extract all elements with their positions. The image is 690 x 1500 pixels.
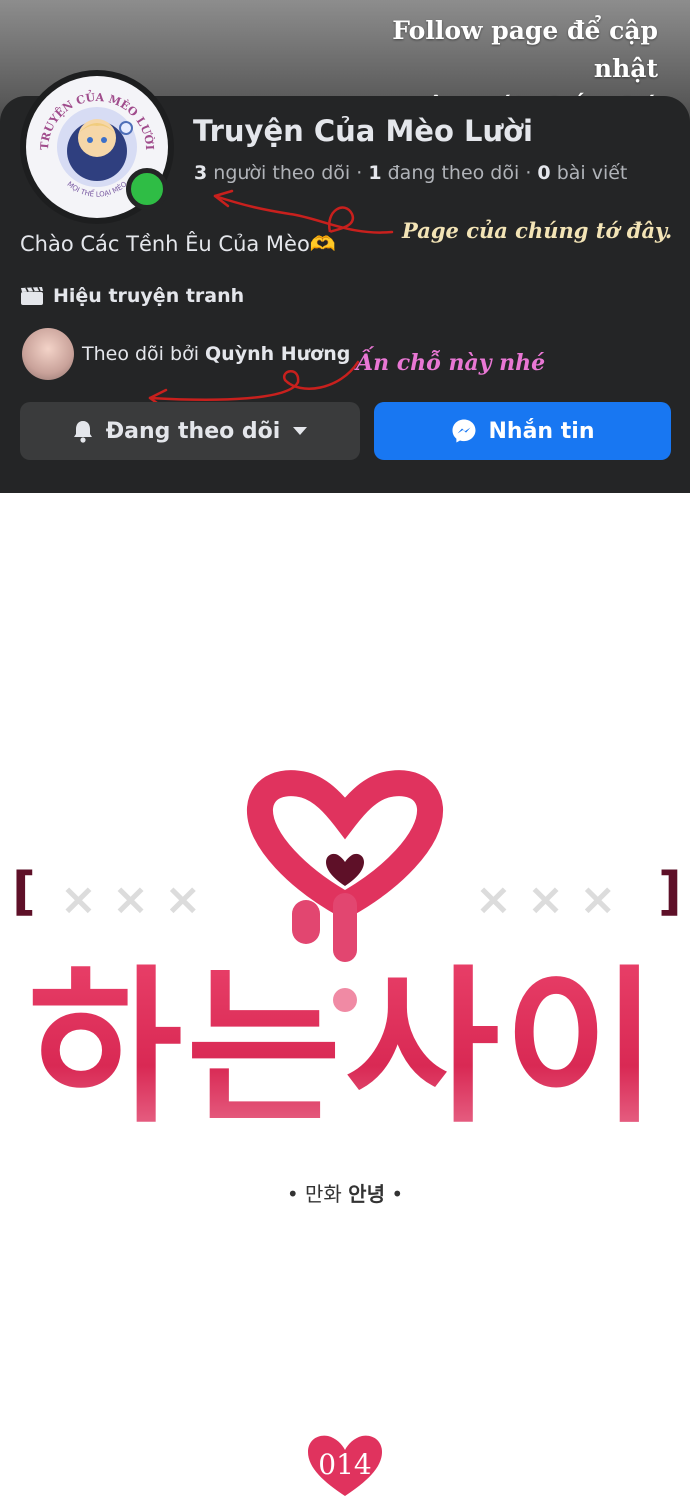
subtitle-suffix: • bbox=[391, 1182, 404, 1206]
episode-number: 014 bbox=[318, 1448, 372, 1481]
title-marks-right: × × × bbox=[475, 874, 617, 925]
title-heart-question bbox=[247, 770, 443, 1012]
title-marks-left: × × × bbox=[60, 874, 202, 925]
subtitle-author: 안녕 bbox=[348, 1182, 385, 1206]
comic-title: 하는사이 bbox=[0, 958, 690, 1138]
title-bracket-right: ] bbox=[658, 862, 682, 922]
title-bracket-left: [ bbox=[12, 862, 36, 922]
subtitle-prefix: • 만화 bbox=[286, 1182, 342, 1206]
comic-subtitle: • 만화 안녕 • bbox=[0, 1178, 690, 1207]
